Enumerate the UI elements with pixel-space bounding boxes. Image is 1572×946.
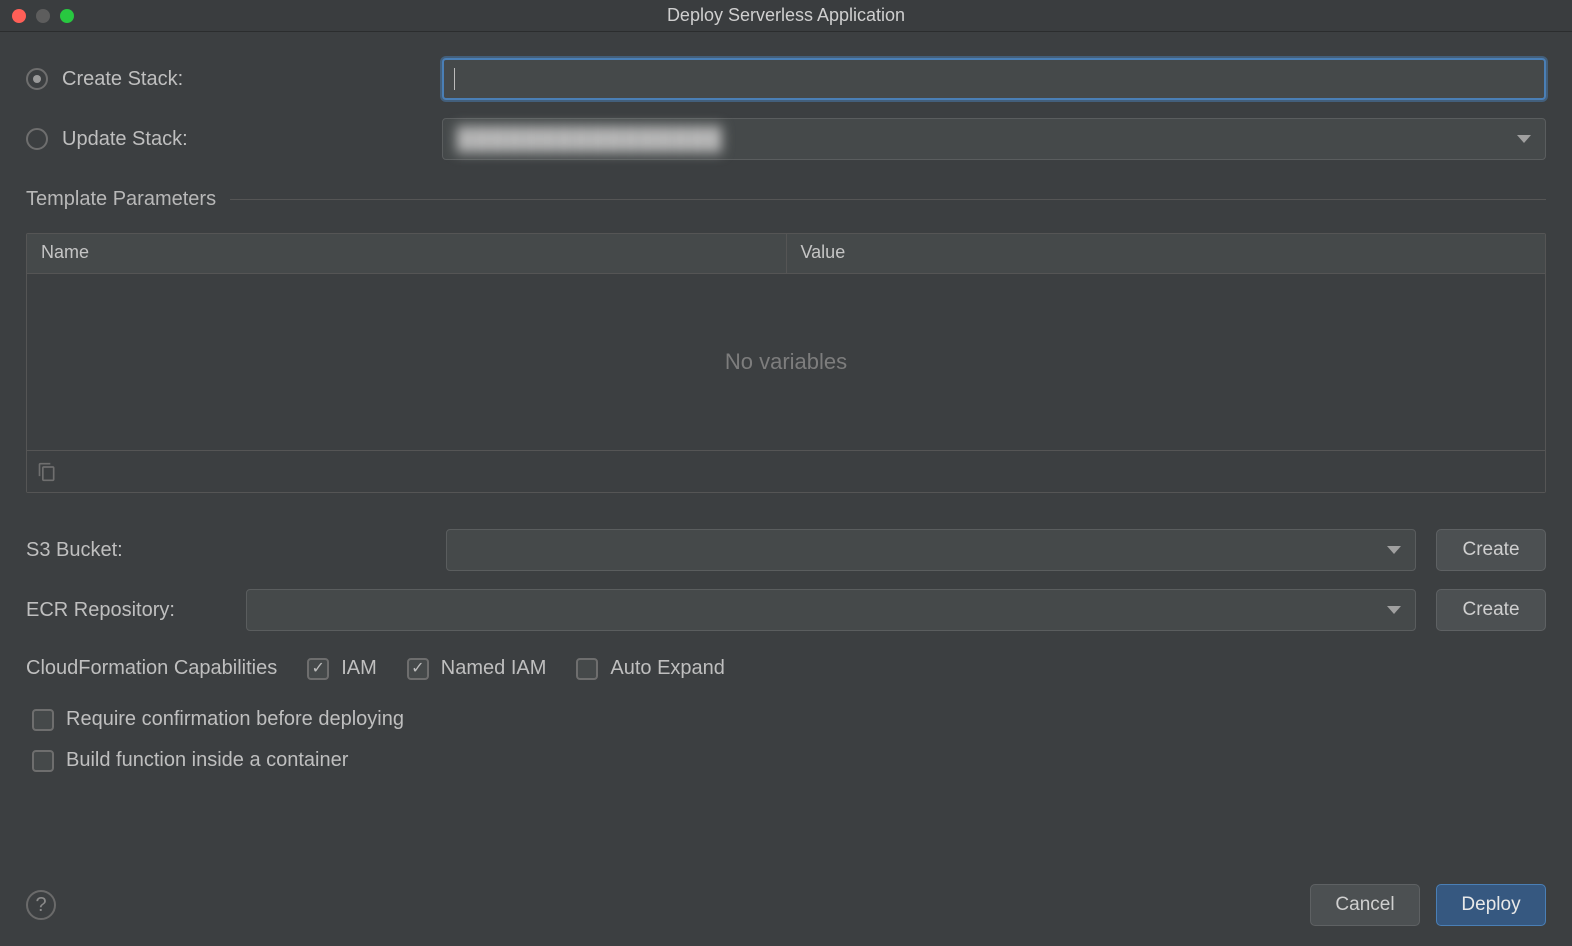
cap-auto-expand-label: Auto Expand: [610, 657, 725, 680]
template-params-header: Template Parameters: [26, 188, 1546, 211]
template-params-title: Template Parameters: [26, 188, 216, 211]
ecr-create-button[interactable]: Create: [1436, 589, 1546, 631]
ecr-repo-row: ECR Repository: Create: [26, 589, 1546, 631]
window-title: Deploy Serverless Application: [0, 5, 1572, 26]
create-stack-input[interactable]: [442, 58, 1546, 100]
s3-create-button-label: Create: [1462, 539, 1519, 561]
build-in-container-row[interactable]: Build function inside a container: [26, 749, 1546, 772]
cancel-button[interactable]: Cancel: [1310, 884, 1420, 926]
s3-bucket-label: S3 Bucket:: [26, 539, 426, 562]
table-header: Name Value: [27, 234, 1545, 274]
dialog-body: Create Stack: Update Stack: ████████████…: [0, 32, 1572, 946]
create-stack-radio[interactable]: [26, 68, 48, 90]
dialog-footer: ? Cancel Deploy: [26, 884, 1546, 926]
cap-named-iam-checkbox[interactable]: [407, 658, 429, 680]
create-stack-row: Create Stack:: [26, 58, 1546, 100]
cap-auto-expand-checkbox[interactable]: [576, 658, 598, 680]
help-icon-glyph: ?: [35, 894, 46, 917]
col-value[interactable]: Value: [787, 234, 1546, 273]
copy-icon[interactable]: [37, 462, 57, 482]
update-stack-value: ████████████████: [457, 126, 722, 152]
capabilities-row: CloudFormation Capabilities IAM Named IA…: [26, 657, 1546, 680]
cap-named-iam[interactable]: Named IAM: [407, 657, 547, 680]
chevron-down-icon: [1517, 135, 1531, 143]
s3-create-button[interactable]: Create: [1436, 529, 1546, 571]
update-stack-label: Update Stack:: [62, 128, 188, 151]
s3-bucket-row: S3 Bucket: Create: [26, 529, 1546, 571]
require-confirm-row[interactable]: Require confirmation before deploying: [26, 708, 1546, 731]
table-empty-text: No variables: [27, 274, 1545, 450]
update-stack-radio[interactable]: [26, 128, 48, 150]
cap-iam-label: IAM: [341, 657, 377, 680]
capabilities-title: CloudFormation Capabilities: [26, 657, 277, 680]
create-stack-label: Create Stack:: [62, 68, 183, 91]
table-toolbar: [27, 450, 1545, 492]
require-confirm-label: Require confirmation before deploying: [66, 708, 404, 731]
ecr-repo-select[interactable]: [246, 589, 1416, 631]
help-icon[interactable]: ?: [26, 890, 56, 920]
deploy-button[interactable]: Deploy: [1436, 884, 1546, 926]
separator-line: [230, 199, 1546, 200]
cancel-button-label: Cancel: [1335, 894, 1394, 916]
build-in-container-label: Build function inside a container: [66, 749, 348, 772]
require-confirm-checkbox[interactable]: [32, 709, 54, 731]
cap-auto-expand[interactable]: Auto Expand: [576, 657, 725, 680]
build-in-container-checkbox[interactable]: [32, 750, 54, 772]
cap-iam[interactable]: IAM: [307, 657, 377, 680]
cap-named-iam-label: Named IAM: [441, 657, 547, 680]
col-name[interactable]: Name: [27, 234, 787, 273]
dialog-window: Deploy Serverless Application Create Sta…: [0, 0, 1572, 946]
deploy-button-label: Deploy: [1461, 894, 1520, 916]
template-params-table: Name Value No variables: [26, 233, 1546, 493]
ecr-create-button-label: Create: [1462, 599, 1519, 621]
titlebar: Deploy Serverless Application: [0, 0, 1572, 32]
text-caret-icon: [454, 68, 455, 90]
update-stack-select[interactable]: ████████████████: [442, 118, 1546, 160]
s3-bucket-select[interactable]: [446, 529, 1416, 571]
chevron-down-icon: [1387, 546, 1401, 554]
update-stack-row: Update Stack: ████████████████: [26, 118, 1546, 160]
cap-iam-checkbox[interactable]: [307, 658, 329, 680]
ecr-repo-label: ECR Repository:: [26, 599, 226, 622]
chevron-down-icon: [1387, 606, 1401, 614]
